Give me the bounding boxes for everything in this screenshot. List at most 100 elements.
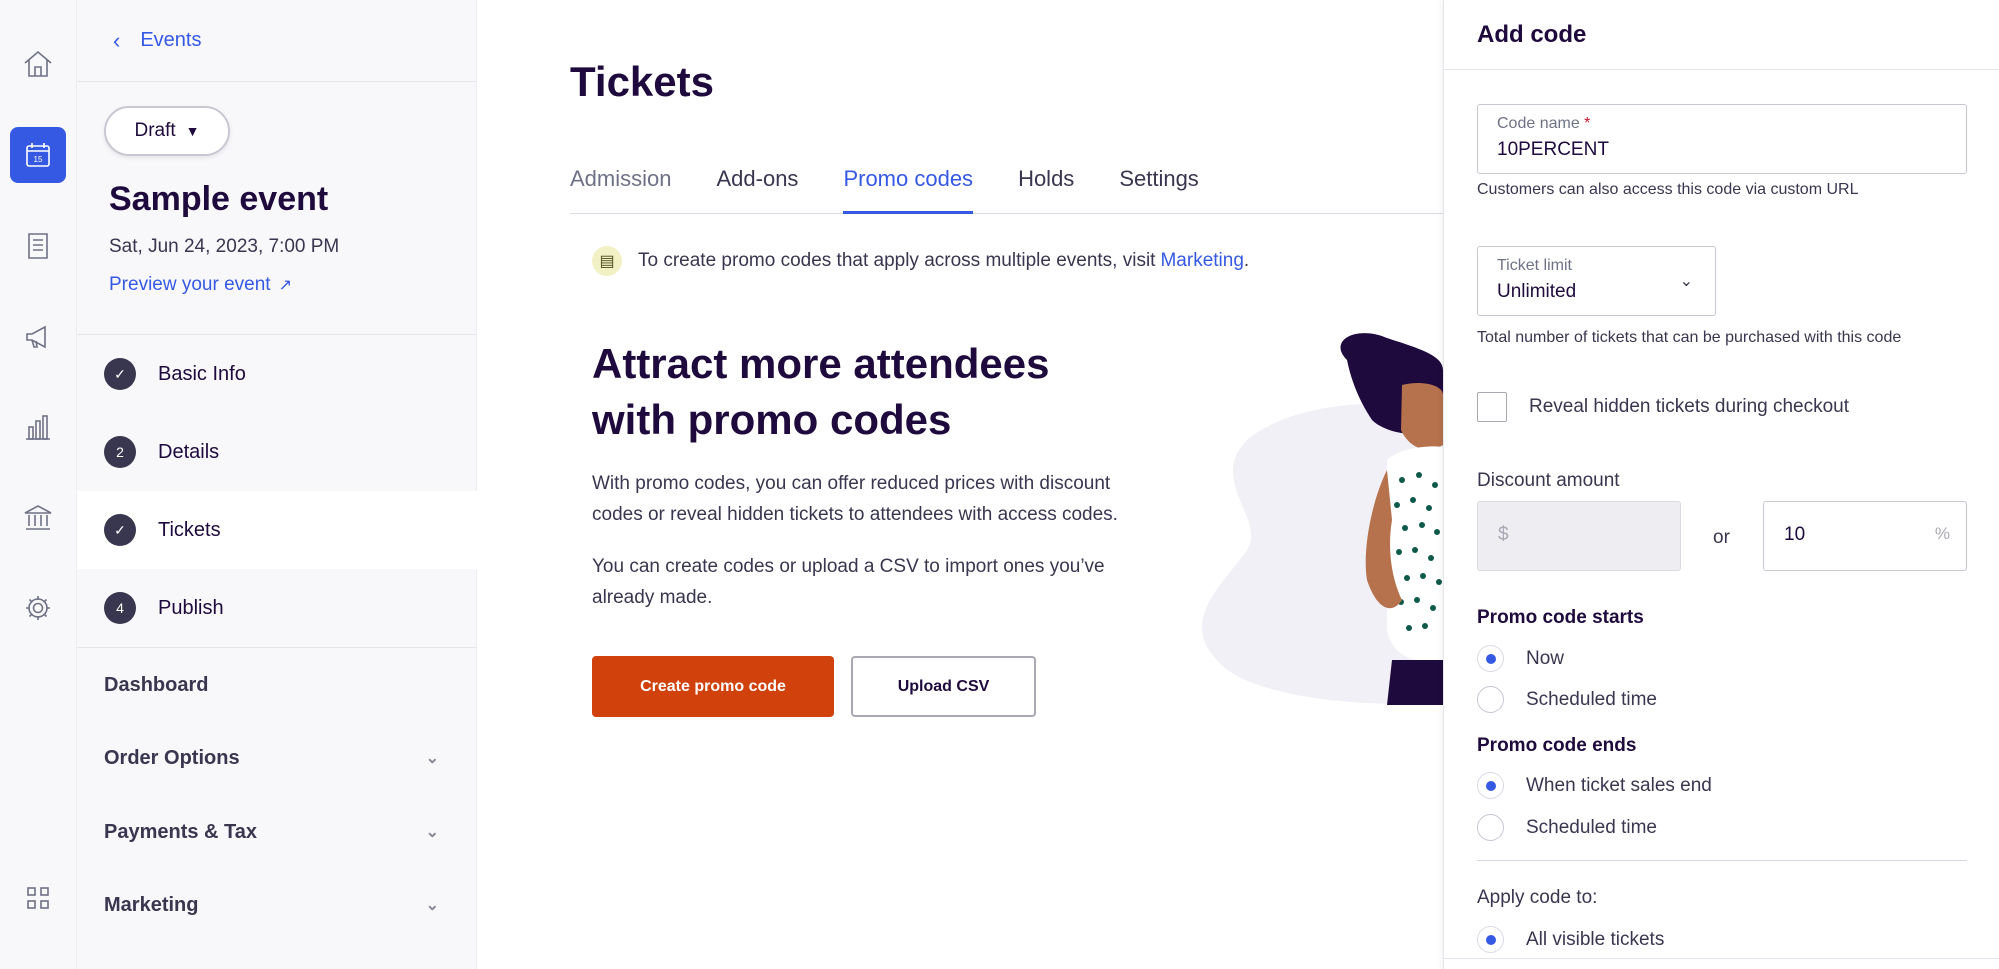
radio-selected[interactable] [1477, 772, 1504, 799]
preview-label: Preview your event [109, 274, 271, 295]
percent-symbol: % [1934, 524, 1950, 543]
sidebar-item-label: Order Options [104, 746, 240, 769]
sidebar-item-payments-tax[interactable]: Payments & Tax ⌄ [77, 795, 477, 869]
radio-selected[interactable] [1477, 926, 1504, 953]
chevron-down-icon: ⌄ [1679, 273, 1693, 290]
woman-illustration [1201, 333, 1443, 705]
radio-label: When ticket sales end [1526, 774, 1712, 796]
orders-icon[interactable] [10, 218, 66, 274]
radio-label: All visible tickets [1526, 928, 1665, 950]
step-basic-info[interactable]: ✓ Basic Info [77, 335, 477, 413]
finance-icon[interactable] [10, 490, 66, 546]
empty-state-description: You can create codes or upload a CSV to … [592, 556, 1105, 608]
reveal-hidden-option[interactable]: Reveal hidden tickets during checkout [1477, 392, 1849, 422]
tab-add-ons[interactable]: Add-ons [716, 160, 798, 214]
main-content: Tickets Admission Add-ons Promo codes Ho… [477, 0, 1443, 969]
radio-label: Now [1526, 647, 1565, 669]
code-name-value: 10PERCENT [1497, 139, 1609, 160]
check-icon: ✓ [104, 514, 136, 546]
step-label: Basic Info [158, 362, 246, 385]
event-date: Sat, Jun 24, 2023, 7:00 PM [109, 236, 340, 257]
chevron-down-icon: ⌄ [425, 750, 439, 767]
step-label: Publish [158, 596, 224, 619]
discount-amount-input[interactable]: $ [1477, 501, 1681, 571]
tab-admission[interactable]: Admission [570, 160, 671, 214]
reveal-hidden-checkbox[interactable] [1477, 392, 1507, 422]
marketing-notice: ▤ To create promo codes that apply acros… [592, 246, 1249, 276]
apply-option-all-visible[interactable]: All visible tickets [1477, 926, 1664, 953]
step-list: ✓ Basic Info 2 Details ✓ Tickets 4 Publi… [77, 334, 477, 647]
tab-bar: Admission Add-ons Promo codes Holds Sett… [570, 160, 1443, 214]
ticket-limit-help: Total number of tickets that can be purc… [1477, 329, 1902, 346]
radio-label: Scheduled time [1526, 816, 1657, 838]
percent-value: 10 [1784, 524, 1806, 545]
sidebar-item-order-options[interactable]: Order Options ⌄ [77, 721, 477, 795]
notice-text: To create promo codes that apply across … [638, 250, 1156, 271]
apply-label: Apply code to: [1477, 887, 1598, 908]
preview-event-link[interactable]: Preview your event ↗ [109, 274, 292, 296]
sidebar-item-label: Marketing [104, 893, 199, 916]
ticket-limit-select[interactable]: Ticket limit Unlimited ⌄ [1477, 246, 1716, 316]
page-title: Tickets [570, 58, 714, 105]
starts-label: Promo code starts [1477, 607, 1644, 628]
back-to-events-link[interactable]: ‹ Events [77, 0, 477, 82]
tab-settings[interactable]: Settings [1119, 160, 1199, 214]
sidebar-item-marketing[interactable]: Marketing ⌄ [77, 868, 477, 942]
empty-state-description: With promo codes, you can offer reduced … [592, 473, 1118, 525]
icon-rail: 15 [0, 0, 77, 969]
starts-option-scheduled[interactable]: Scheduled time [1477, 686, 1657, 713]
apps-icon[interactable] [10, 870, 66, 926]
step-publish[interactable]: 4 Publish [77, 569, 477, 647]
analytics-icon[interactable] [10, 399, 66, 455]
step-details[interactable]: 2 Details [77, 413, 477, 491]
tab-holds[interactable]: Holds [1018, 160, 1074, 214]
marketing-link[interactable]: Marketing [1160, 250, 1243, 272]
radio-unselected[interactable] [1477, 814, 1504, 841]
chevron-down-icon: ⌄ [425, 824, 439, 841]
step-number-badge: 2 [104, 436, 136, 468]
status-dropdown[interactable]: Draft ▼ [104, 106, 230, 156]
radio-unselected[interactable] [1477, 686, 1504, 713]
code-name-label: Code name * [1497, 115, 1590, 133]
or-label: or [1713, 527, 1730, 548]
chevron-down-icon: ⌄ [425, 897, 439, 914]
ends-option-sales-end[interactable]: When ticket sales end [1477, 772, 1712, 799]
code-name-help: Customers can also access this code via … [1477, 181, 1859, 198]
create-promo-code-button[interactable]: Create promo code [592, 656, 834, 717]
notice-end: . [1243, 250, 1250, 271]
upload-csv-button[interactable]: Upload CSV [851, 656, 1036, 717]
chevron-down-icon: ▼ [185, 123, 200, 139]
sidebar-item-dashboard[interactable]: Dashboard [77, 648, 477, 722]
step-tickets[interactable]: ✓ Tickets [77, 491, 477, 569]
panel-title: Add code [1444, 0, 1999, 70]
ticket-limit-value: Unlimited [1497, 281, 1577, 302]
megaphone-icon[interactable] [10, 309, 66, 365]
ticket-limit-label: Ticket limit [1497, 257, 1572, 274]
radio-label: Scheduled time [1526, 688, 1657, 710]
event-sidebar: ‹ Events Draft ▼ Sample event Sat, Jun 2… [77, 0, 477, 969]
event-title: Sample event [109, 180, 329, 218]
check-icon: ✓ [104, 358, 136, 390]
external-link-icon: ↗ [278, 277, 292, 294]
ends-option-scheduled[interactable]: Scheduled time [1477, 814, 1657, 841]
code-name-field[interactable]: Code name * 10PERCENT [1477, 104, 1967, 174]
discount-label: Discount amount [1477, 470, 1620, 491]
discount-percent-input[interactable]: 10 % [1763, 501, 1967, 571]
required-asterisk: * [1584, 115, 1591, 132]
starts-option-now[interactable]: Now [1477, 645, 1564, 672]
home-icon[interactable] [10, 36, 66, 92]
ticket-icon: ▤ [592, 246, 622, 276]
reveal-hidden-label: Reveal hidden tickets during checkout [1529, 396, 1850, 417]
status-label: Draft [134, 120, 176, 141]
back-label: Events [140, 29, 202, 51]
radio-selected[interactable] [1477, 645, 1504, 672]
chevron-left-icon: ‹ [113, 27, 121, 53]
svg-text:15: 15 [34, 155, 43, 164]
currency-symbol: $ [1498, 524, 1509, 545]
settings-icon[interactable] [10, 580, 66, 636]
sidebar-item-label: Payments & Tax [104, 820, 258, 843]
divider [1444, 958, 1999, 959]
step-label: Details [158, 440, 220, 463]
calendar-icon[interactable]: 15 [10, 127, 66, 183]
tab-promo-codes[interactable]: Promo codes [843, 160, 974, 214]
